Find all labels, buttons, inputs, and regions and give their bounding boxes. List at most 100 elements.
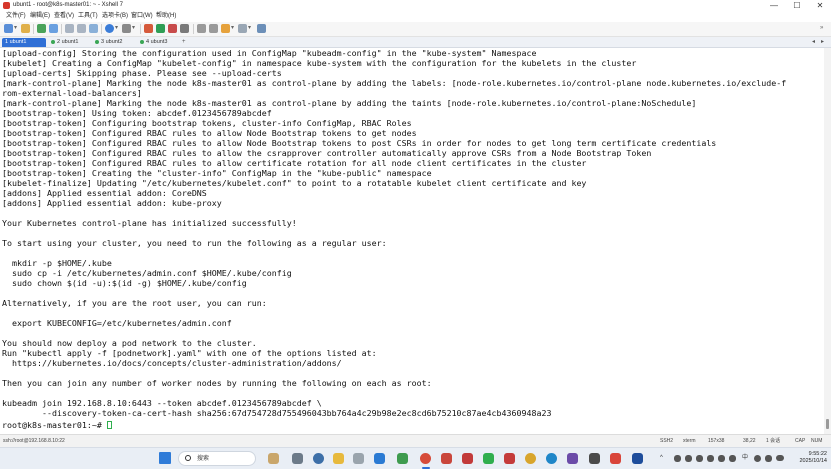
session-tab-bar: 1 ubunt1 2 ubunt1 3 ubunt2 4 ubunt3 + ◂ … (0, 37, 831, 48)
app-icon[interactable] (567, 453, 578, 464)
xshell-app-icon (3, 2, 10, 9)
app-icon[interactable] (610, 453, 621, 464)
tray-overflow-icon[interactable]: ^ (660, 453, 663, 463)
add-tab-button[interactable]: + (182, 38, 186, 47)
highlight-icon[interactable] (221, 24, 230, 33)
close-button[interactable]: ✕ (809, 0, 831, 11)
paste-icon[interactable] (77, 24, 86, 33)
open-folder-icon[interactable] (21, 24, 30, 33)
lock-icon[interactable] (168, 24, 177, 33)
clock-time: 9:55:22 (808, 451, 827, 457)
app-icon[interactable] (462, 453, 473, 464)
toolbar-separator (101, 24, 102, 34)
chrome-icon[interactable] (525, 453, 536, 464)
tab-session-4[interactable]: 4 ubunt3 (137, 38, 179, 47)
tab-scroll-left-icon[interactable]: ◂ (812, 38, 815, 47)
wechat-icon[interactable] (397, 453, 408, 464)
compose-icon[interactable] (197, 24, 206, 33)
terminal-line: [kubelet-finalize] Updating "/etc/kubern… (2, 178, 587, 188)
tab-session-1[interactable]: 1 ubunt1 (2, 38, 46, 47)
session-count: 1 会话 (766, 438, 781, 444)
transfer-icon[interactable] (156, 24, 165, 33)
tab-scroll-right-icon[interactable]: ▸ (821, 38, 824, 47)
ime-language-indicator[interactable]: 中 (742, 453, 748, 463)
terminal-line: export KUBECONFIG=/etc/kubernetes/admin.… (2, 318, 232, 328)
terminal-line: Run "kubectl apply -f [podnetwork].yaml"… (2, 348, 377, 358)
chevron-down-icon[interactable]: ▾ (248, 23, 251, 34)
windows-start-icon[interactable] (159, 452, 171, 464)
menu-tools[interactable]: 工具(T) (78, 12, 98, 21)
connected-status-icon (51, 39, 55, 44)
xshell-window: ubunt1 - root@k8s-master01: ~ - Xshell 7… (0, 0, 831, 447)
taskbar-clock[interactable]: 9:55:22 2025/10/14 (793, 451, 827, 465)
reconnect-icon[interactable] (37, 24, 46, 33)
menu-edit[interactable]: 编辑(E) (30, 12, 50, 21)
globe-icon[interactable] (105, 24, 114, 33)
tray-app-icon[interactable] (685, 455, 692, 462)
search-icon[interactable] (89, 24, 98, 33)
terminal-cursor (106, 421, 112, 429)
widget-icon[interactable] (268, 453, 279, 464)
maximize-button[interactable]: ☐ (786, 0, 808, 11)
settings-icon[interactable] (313, 453, 324, 464)
num-lock-indicator: NUM (811, 438, 823, 444)
tab-session-2[interactable]: 2 ubunt1 (48, 38, 90, 47)
xftp-icon[interactable] (144, 24, 153, 33)
store-icon[interactable] (353, 453, 364, 464)
tray-app-icon[interactable] (696, 455, 703, 462)
file-explorer-icon[interactable] (333, 453, 344, 464)
terminal-line: [bootstrap-token] Creating the "cluster-… (2, 168, 432, 178)
chevron-down-icon[interactable]: ▾ (14, 23, 17, 34)
battery-icon[interactable] (776, 455, 784, 461)
terminal-line: [kubelet] Creating a ConfigMap "kubelet-… (2, 58, 637, 68)
terminal-scrollbar[interactable] (824, 48, 831, 434)
task-view-icon[interactable] (292, 453, 303, 464)
tray-app-icon[interactable] (707, 455, 714, 462)
disconnect-icon[interactable] (49, 24, 58, 33)
app-icon[interactable] (589, 453, 600, 464)
tray-app-icon[interactable] (729, 455, 736, 462)
menu-view[interactable]: 查看(V) (54, 12, 74, 21)
volume-icon[interactable] (765, 455, 772, 462)
xftp-taskbar-icon[interactable] (441, 453, 452, 464)
copy-icon[interactable] (65, 24, 74, 33)
terminal-line: [addons] Applied essential addon: CoreDN… (2, 188, 207, 198)
terminal-line: [mark-control-plane] Marking the node k8… (2, 98, 697, 108)
vscode-icon[interactable] (374, 453, 385, 464)
terminal-line: Alternatively, if you are the root user,… (2, 298, 267, 308)
menu-tab[interactable]: 选项卡(B) (102, 12, 128, 21)
keyboard-icon[interactable] (180, 24, 189, 33)
terminal-line: Then you can join any number of worker n… (2, 378, 432, 388)
edge-icon[interactable] (546, 453, 557, 464)
menu-file[interactable]: 文件(F) (6, 12, 26, 21)
chevron-down-icon[interactable]: ▾ (132, 23, 135, 34)
chat-app-icon[interactable] (483, 453, 494, 464)
tray-app-icon[interactable] (718, 455, 725, 462)
help-icon[interactable] (257, 24, 266, 33)
terminal-output[interactable]: [upload-config] Storing the configuratio… (0, 48, 824, 434)
terminal-line: mkdir -p $HOME/.kube (2, 258, 112, 268)
script-icon[interactable] (209, 24, 218, 33)
tray-app-icon[interactable] (674, 455, 681, 462)
toolbar-overflow-icon[interactable]: » (820, 23, 823, 34)
taskbar-search-box[interactable]: 搜索 (178, 451, 256, 466)
layout-icon[interactable] (238, 24, 247, 33)
tab-session-3[interactable]: 3 ubunt2 (92, 38, 134, 47)
terminal-line: [upload-certs] Skipping phase. Please se… (2, 68, 282, 78)
chevron-down-icon[interactable]: ▾ (231, 23, 234, 34)
terminal-line: [mark-control-plane] Marking the node k8… (2, 78, 787, 88)
wifi-icon[interactable] (754, 455, 761, 462)
menu-help[interactable]: 帮助(H) (156, 12, 176, 21)
terminal-prompt-line[interactable]: root@k8s-master01:~# (2, 420, 112, 430)
app-icon[interactable] (504, 453, 515, 464)
scrollbar-thumb[interactable] (826, 419, 829, 429)
xshell-taskbar-icon[interactable] (420, 453, 431, 464)
chevron-down-icon[interactable]: ▾ (115, 23, 118, 34)
font-icon[interactable] (122, 24, 131, 33)
terminal-line: [bootstrap-token] Configured RBAC rules … (2, 128, 417, 138)
status-bar: ssh://root@192.168.8.10:22 SSH2 xterm 15… (0, 434, 831, 447)
minimize-button[interactable]: — (763, 0, 785, 11)
word-icon[interactable] (632, 453, 643, 464)
new-session-icon[interactable] (4, 24, 13, 33)
menu-window[interactable]: 窗口(W) (131, 12, 153, 21)
